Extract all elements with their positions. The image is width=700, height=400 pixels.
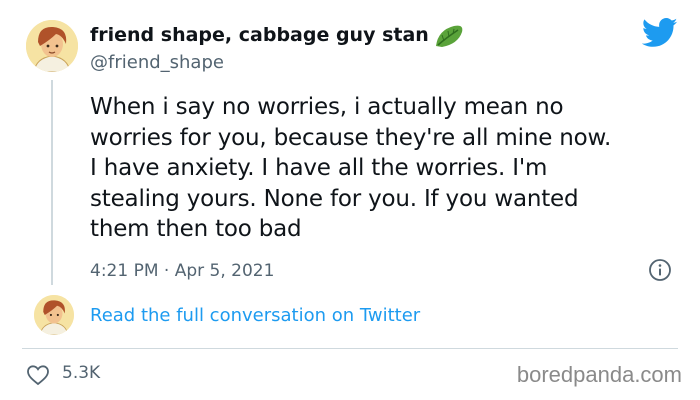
read-conversation-link[interactable]: Read the full conversation on Twitter xyxy=(90,305,420,326)
twitter-bird-icon[interactable] xyxy=(642,18,678,48)
info-icon[interactable] xyxy=(648,258,672,282)
author-display-name[interactable]: friend shape, cabbage guy stan xyxy=(90,24,429,46)
leafy-green-emoji xyxy=(436,25,463,47)
like-count: 5.3K xyxy=(62,363,101,383)
watermark: boredpanda.com xyxy=(516,362,682,387)
heart-icon[interactable] xyxy=(26,364,50,386)
avatar-illustration xyxy=(34,295,74,335)
reply-author-avatar[interactable] xyxy=(34,295,74,335)
divider xyxy=(22,348,678,349)
author-avatar[interactable] xyxy=(26,20,78,72)
tweet-timestamp[interactable]: 4:21 PM · Apr 5, 2021 xyxy=(90,261,274,281)
thread-connector-line xyxy=(51,80,53,285)
avatar-illustration xyxy=(26,20,78,72)
author-handle[interactable]: @friend_shape xyxy=(90,52,224,73)
tweet-text: When i say no worries, i actually mean n… xyxy=(90,94,612,242)
